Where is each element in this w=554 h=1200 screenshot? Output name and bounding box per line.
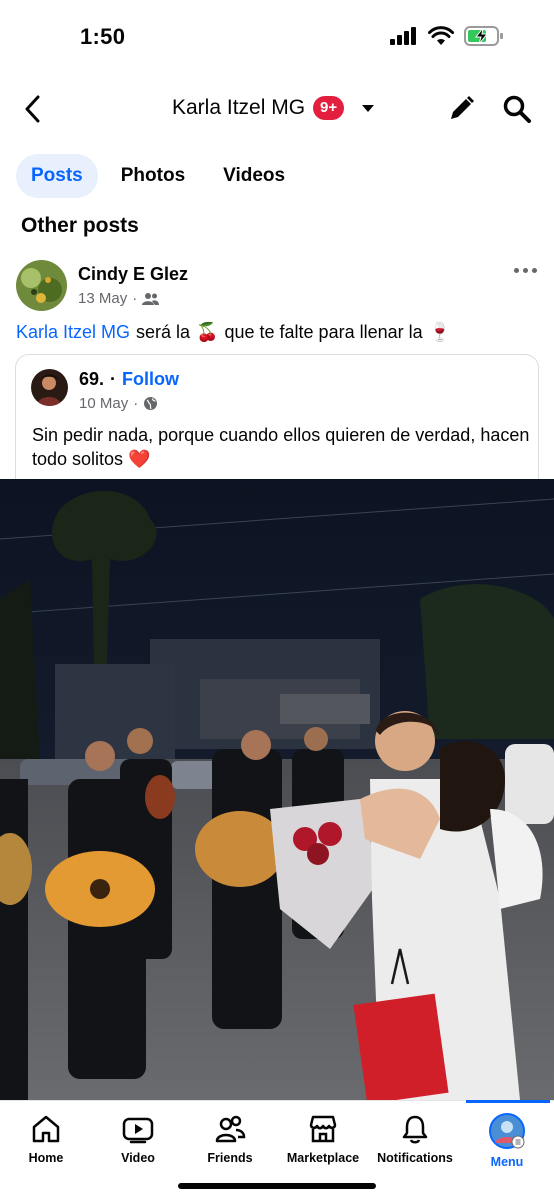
post-date[interactable]: 13 May	[78, 290, 127, 307]
notification-badge: 9+	[313, 96, 345, 120]
nav-notifications-label: Notifications	[377, 1151, 453, 1165]
header-title: Karla Itzel MG	[172, 96, 306, 119]
meta-dot: ·	[132, 290, 138, 307]
back-button[interactable]	[18, 94, 46, 124]
video-icon	[122, 1117, 154, 1144]
status-icons	[390, 26, 504, 46]
nav-home[interactable]: Home	[0, 1113, 92, 1165]
home-indicator	[178, 1183, 376, 1189]
chevron-left-icon	[25, 95, 40, 123]
post-text-part1: será la	[136, 322, 191, 342]
shared-meta-dot: ·	[133, 395, 139, 412]
shared-author[interactable]: 69.	[79, 369, 104, 390]
shared-meta: 10 May ·	[79, 395, 158, 412]
shared-date[interactable]: 10 May	[79, 395, 128, 412]
active-tab-indicator	[466, 1100, 550, 1103]
nav-video[interactable]: Video	[92, 1113, 184, 1165]
shared-post-card[interactable]: 69. · Follow 10 May · Sin pedir nada, po…	[15, 354, 539, 480]
cellular-signal-icon	[390, 27, 416, 45]
more-options-button[interactable]	[514, 264, 538, 276]
search-button[interactable]	[502, 94, 532, 124]
follow-button[interactable]: Follow	[122, 369, 179, 390]
caret-down-icon	[362, 104, 375, 112]
marketplace-icon	[309, 1115, 337, 1143]
section-title: Other posts	[21, 214, 139, 237]
edit-button[interactable]	[446, 94, 476, 124]
nav-video-label: Video	[121, 1151, 155, 1165]
post-meta: 13 May ·	[78, 290, 160, 307]
profile-tabs: Posts Photos Videos	[16, 154, 300, 198]
status-bar: 1:50	[0, 0, 554, 72]
nav-notifications[interactable]: Notifications	[369, 1113, 461, 1165]
mariachi-serenade-photo	[0, 479, 554, 1100]
wifi-icon	[428, 26, 454, 45]
home-icon	[32, 1115, 60, 1143]
mention-link[interactable]: Karla Itzel MG	[16, 320, 130, 344]
shared-author-avatar[interactable]	[31, 369, 68, 406]
nav-home-label: Home	[28, 1151, 64, 1165]
search-icon	[503, 95, 531, 123]
post-text: Karla Itzel MG será la 🍒 que te falte pa…	[16, 320, 540, 344]
nav-menu[interactable]: Menu	[461, 1113, 553, 1169]
profile-switcher[interactable]: Karla Itzel MG 9+	[172, 96, 375, 120]
post-photo[interactable]	[0, 479, 554, 1100]
friends-icon	[142, 293, 160, 305]
profile-avatar-icon	[489, 1113, 525, 1149]
nav-marketplace[interactable]: Marketplace	[277, 1113, 369, 1165]
post-header: Cindy E Glez 13 May ·	[16, 258, 538, 314]
top-header: Karla Itzel MG 9+	[0, 80, 554, 140]
friends-icon	[215, 1115, 246, 1143]
tab-videos[interactable]: Videos	[208, 154, 300, 198]
pencil-icon	[451, 96, 474, 119]
nav-menu-label: Menu	[490, 1155, 524, 1169]
shared-separator: ·	[110, 369, 117, 389]
bell-icon	[402, 1115, 428, 1144]
nav-marketplace-label: Marketplace	[286, 1151, 360, 1165]
cherries-emoji: 🍒	[196, 322, 219, 342]
wine-glass-emoji: 🍷	[428, 322, 452, 342]
post-author[interactable]: Cindy E Glez	[78, 264, 188, 285]
post-text-part2: que te falte para llenar la	[224, 322, 423, 342]
tab-posts[interactable]: Posts	[16, 154, 98, 198]
shared-text: Sin pedir nada, porque cuando ellos quie…	[32, 425, 530, 469]
nav-friends-label: Friends	[207, 1151, 253, 1165]
status-time: 1:50	[80, 24, 126, 49]
nav-friends[interactable]: Friends	[184, 1113, 276, 1165]
battery-charging-icon	[464, 26, 503, 46]
globe-icon	[144, 397, 158, 410]
author-avatar[interactable]	[16, 260, 67, 311]
shared-author-line: 69. · Follow	[79, 369, 179, 390]
tab-photos[interactable]: Photos	[106, 154, 200, 198]
